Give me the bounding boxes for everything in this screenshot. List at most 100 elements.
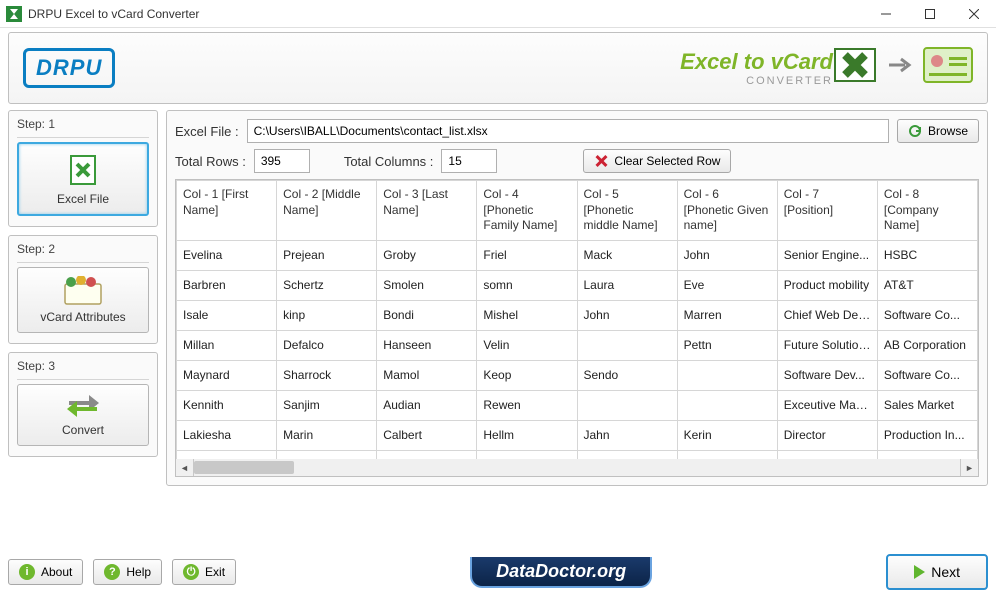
table-cell[interactable]: Calbert — [377, 420, 477, 450]
table-cell[interactable]: Smolen — [377, 270, 477, 300]
table-cell[interactable]: Software Dev... — [777, 360, 877, 390]
table-cell[interactable]: Velin — [477, 330, 577, 360]
table-cell[interactable]: Lakiesha — [177, 420, 277, 450]
table-cell[interactable]: Mack — [577, 240, 677, 270]
excel-file-path-input[interactable] — [247, 119, 889, 143]
excel-file-label: Excel File : — [175, 124, 239, 139]
table-cell[interactable] — [677, 390, 777, 420]
table-cell[interactable]: Sales Market — [877, 390, 977, 420]
table-cell[interactable]: Millan — [177, 330, 277, 360]
table-cell[interactable]: kinp — [277, 300, 377, 330]
total-rows-input[interactable] — [254, 149, 310, 173]
step1-excel-file-button[interactable]: Excel File — [17, 142, 149, 216]
data-table[interactable]: Col - 1 [First Name]Col - 2 [Middle Name… — [176, 180, 978, 477]
minimize-button[interactable] — [864, 0, 908, 28]
table-row[interactable]: EvelinaPrejeanGrobyFrielMackJohnSenior E… — [177, 240, 978, 270]
table-row[interactable]: LakieshaMarinCalbertHellmJahnKerinDirect… — [177, 420, 978, 450]
table-cell[interactable]: Defalco — [277, 330, 377, 360]
column-header[interactable]: Col - 1 [First Name] — [177, 181, 277, 241]
table-cell[interactable]: Laura — [577, 270, 677, 300]
table-cell[interactable]: somn — [477, 270, 577, 300]
info-icon: i — [19, 564, 35, 580]
next-button[interactable]: Next — [886, 554, 988, 590]
column-header[interactable]: Col - 3 [Last Name] — [377, 181, 477, 241]
table-cell[interactable]: Mamol — [377, 360, 477, 390]
table-cell[interactable]: Barbren — [177, 270, 277, 300]
help-button[interactable]: ? Help — [93, 559, 162, 585]
brand-logo: DRPU — [23, 48, 115, 88]
table-cell[interactable]: Sharrock — [277, 360, 377, 390]
table-cell[interactable]: Chief Web Des... — [777, 300, 877, 330]
step3-convert-button[interactable]: Convert — [17, 384, 149, 446]
table-row[interactable]: MaynardSharrockMamolKeopSendo Software De… — [177, 360, 978, 390]
column-header[interactable]: Col - 8 [Company Name] — [877, 181, 977, 241]
close-button[interactable] — [952, 0, 996, 28]
table-cell[interactable]: Groby — [377, 240, 477, 270]
table-cell[interactable]: Software Co... — [877, 360, 977, 390]
table-cell[interactable]: Pettn — [677, 330, 777, 360]
table-cell[interactable] — [677, 360, 777, 390]
table-cell[interactable]: Evelina — [177, 240, 277, 270]
scroll-thumb[interactable] — [194, 461, 294, 474]
table-cell[interactable]: Mishel — [477, 300, 577, 330]
table-cell[interactable]: John — [577, 300, 677, 330]
table-cell[interactable]: John — [677, 240, 777, 270]
table-cell[interactable]: Sanjim — [277, 390, 377, 420]
column-header[interactable]: Col - 5 [Phonetic middle Name] — [577, 181, 677, 241]
horizontal-scrollbar[interactable]: ◄ ► — [176, 459, 978, 476]
column-header[interactable]: Col - 2 [Middle Name] — [277, 181, 377, 241]
exit-button[interactable]: ⏻ Exit — [172, 559, 236, 585]
table-row[interactable]: KennithSanjimAudianRewen Exceutive Man...… — [177, 390, 978, 420]
about-label: About — [41, 565, 72, 579]
table-cell[interactable]: Eve — [677, 270, 777, 300]
clear-selected-row-button[interactable]: Clear Selected Row — [583, 149, 731, 173]
table-row[interactable]: MillanDefalcoHanseenVelin PettnFuture Sol… — [177, 330, 978, 360]
table-cell[interactable]: Marren — [677, 300, 777, 330]
vcard-icon — [923, 47, 973, 83]
column-header[interactable]: Col - 4 [Phonetic Family Name] — [477, 181, 577, 241]
about-button[interactable]: i About — [8, 559, 83, 585]
table-cell[interactable]: Hanseen — [377, 330, 477, 360]
browse-button[interactable]: Browse — [897, 119, 979, 143]
table-cell[interactable]: Audian — [377, 390, 477, 420]
table-cell[interactable] — [577, 390, 677, 420]
table-cell[interactable]: Keop — [477, 360, 577, 390]
table-cell[interactable]: AT&T — [877, 270, 977, 300]
table-cell[interactable]: Product mobility — [777, 270, 877, 300]
titlebar: DRPU Excel to vCard Converter — [0, 0, 996, 28]
table-cell[interactable]: Future Solutions — [777, 330, 877, 360]
table-row[interactable]: BarbrenSchertzSmolensomnLauraEveProduct … — [177, 270, 978, 300]
table-cell[interactable]: AB Corporation — [877, 330, 977, 360]
table-cell[interactable] — [577, 330, 677, 360]
help-icon: ? — [104, 564, 120, 580]
column-header[interactable]: Col - 7 [Position] — [777, 181, 877, 241]
table-cell[interactable]: Sendo — [577, 360, 677, 390]
table-cell[interactable]: Kennith — [177, 390, 277, 420]
table-cell[interactable]: Marin — [277, 420, 377, 450]
table-cell[interactable]: Software Co... — [877, 300, 977, 330]
column-header[interactable]: Col - 6 [Phonetic Given name] — [677, 181, 777, 241]
table-cell[interactable]: Hellm — [477, 420, 577, 450]
table-cell[interactable]: HSBC — [877, 240, 977, 270]
table-cell[interactable]: Exceutive Man... — [777, 390, 877, 420]
total-cols-input[interactable] — [441, 149, 497, 173]
step1-label: Step: 1 — [17, 117, 149, 131]
table-cell[interactable]: Kerin — [677, 420, 777, 450]
table-cell[interactable]: Bondi — [377, 300, 477, 330]
maximize-button[interactable] — [908, 0, 952, 28]
scroll-right-button[interactable]: ► — [961, 459, 978, 476]
table-cell[interactable]: Production In... — [877, 420, 977, 450]
table-cell[interactable]: Director — [777, 420, 877, 450]
table-cell[interactable]: Maynard — [177, 360, 277, 390]
step2-vcard-attributes-button[interactable]: vCard Attributes — [17, 267, 149, 333]
table-cell[interactable]: Jahn — [577, 420, 677, 450]
table-row[interactable]: IsalekinpBondiMishelJohnMarrenChief Web … — [177, 300, 978, 330]
scroll-left-button[interactable]: ◄ — [176, 459, 193, 476]
table-cell[interactable]: Rewen — [477, 390, 577, 420]
table-cell[interactable]: Prejean — [277, 240, 377, 270]
table-cell[interactable]: Friel — [477, 240, 577, 270]
play-icon — [914, 565, 925, 579]
table-cell[interactable]: Senior Engine... — [777, 240, 877, 270]
table-cell[interactable]: Isale — [177, 300, 277, 330]
table-cell[interactable]: Schertz — [277, 270, 377, 300]
